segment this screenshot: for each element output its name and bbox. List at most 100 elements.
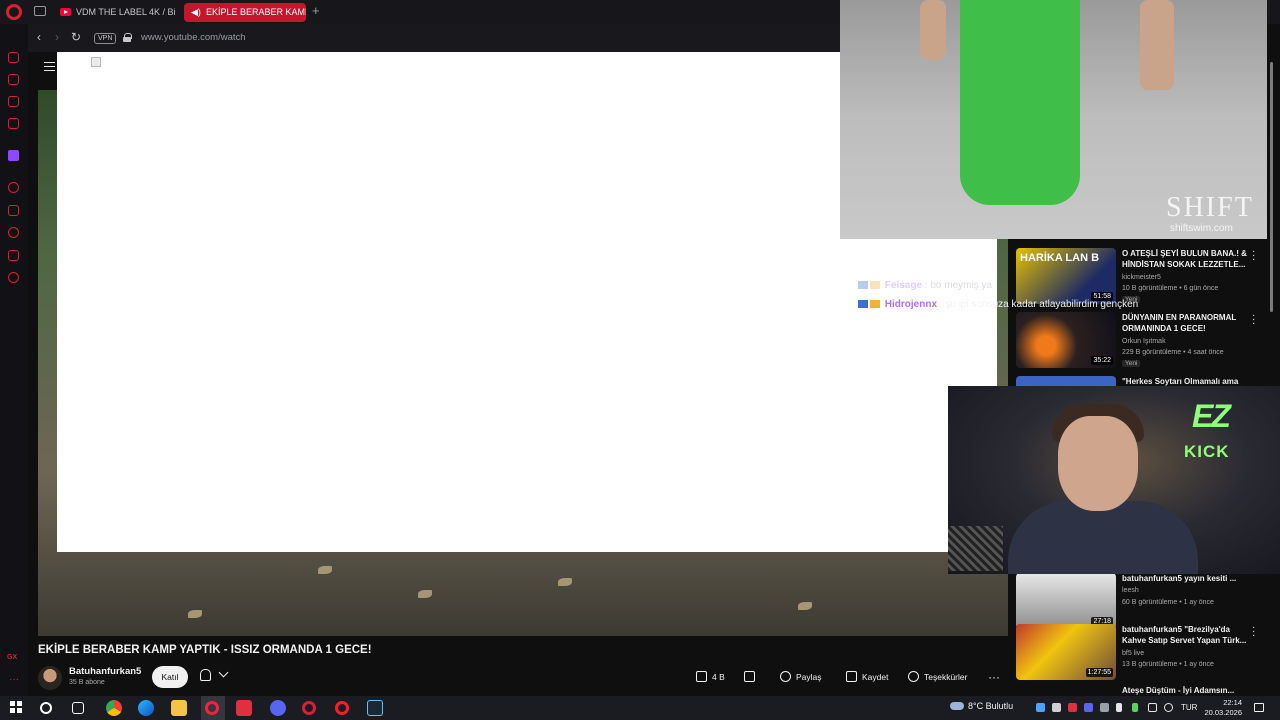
channel-name[interactable]: bf5 live [1122, 650, 1144, 657]
clock[interactable]: 22:14 20.03.2026 [1202, 698, 1242, 718]
video-meta: 13 B görüntüleme • 1 ay önce [1122, 661, 1214, 668]
thumbnail-text: HARİKA LAN B [1020, 252, 1100, 264]
video-title[interactable]: batuhanfurkan5 yayın kesiti ... [1122, 573, 1250, 584]
video-meta: 229 B görüntüleme • 4 saat önce [1122, 349, 1224, 356]
language-indicator[interactable]: TUR [1181, 703, 1197, 712]
forward-button[interactable]: › [55, 30, 59, 44]
tab-islands-icon[interactable] [34, 6, 46, 16]
chat-message: Hidrojennx : şu ipi sonsuza kadar atlaya… [858, 299, 1138, 310]
back-button[interactable]: ‹ [37, 30, 41, 44]
steam-icon[interactable] [367, 700, 383, 716]
scrollbar[interactable] [1270, 62, 1273, 312]
vpn-badge[interactable]: VPN [94, 33, 117, 44]
task-view-icon[interactable] [72, 702, 84, 714]
twitch-icon[interactable] [8, 150, 19, 161]
tab-vdm[interactable]: VDM THE LABEL 4K / Biki [54, 3, 176, 22]
url-text[interactable]: www.youtube.com/watch [141, 32, 246, 43]
join-button[interactable]: Katıl [152, 666, 188, 688]
broken-image-icon [91, 57, 101, 67]
clock-icon[interactable] [8, 227, 19, 238]
channel-name[interactable]: Batuhanfurkan5 [69, 666, 141, 677]
leg-shape [1140, 0, 1174, 90]
tab-ekiple[interactable]: ◀) EKİPLE BERABER KAMP YAPTIK [184, 3, 306, 22]
gx-label[interactable]: GX [7, 654, 17, 661]
save-button[interactable]: Kaydet [846, 666, 896, 688]
kebab-menu-icon[interactable]: · · · [1252, 247, 1255, 265]
chevron-down-icon[interactable] [218, 667, 229, 678]
tray-app-icon[interactable] [1100, 703, 1109, 712]
kebab-menu-icon[interactable]: · · · [1252, 623, 1255, 641]
video-thumbnail[interactable]: 27:18 [1016, 573, 1116, 629]
opera-icon[interactable] [302, 701, 316, 715]
leaf-decoration [188, 610, 202, 618]
edge-icon[interactable] [138, 700, 154, 716]
bag-icon[interactable] [8, 74, 19, 85]
shift-url: shiftswim.com [1170, 223, 1233, 234]
volume-icon[interactable] [1164, 703, 1173, 712]
cloud-icon [950, 702, 964, 710]
tray-app-icon[interactable] [1068, 703, 1077, 712]
like-button[interactable]: 4 B [696, 666, 732, 688]
weather-widget[interactable]: 8°C Bulutlu [950, 701, 1013, 711]
video-title[interactable]: batuhanfurkan5 "Brezilya'da Kahve Satıp … [1122, 624, 1250, 646]
video-title: EKİPLE BERABER KAMP YAPTIK - ISSIZ ORMAN… [38, 644, 372, 656]
discord-icon[interactable] [270, 700, 286, 716]
kebab-menu-icon[interactable]: · · · [1252, 311, 1255, 329]
channel-name[interactable]: leesh [1122, 587, 1139, 594]
recommended-item[interactable]: 35:22 DÜNYANIN EN PARANORMAL ORMANINDA 1… [1016, 311, 1266, 372]
lock-icon[interactable] [123, 33, 132, 42]
hamburger-menu-icon[interactable] [44, 62, 55, 71]
recommended-item[interactable]: Ateşe Düştüm - İyi Adamsın... [1016, 685, 1266, 695]
thanks-icon [908, 671, 919, 682]
speaker-icon[interactable]: ◀) [191, 8, 201, 17]
new-tab-button[interactable]: + [312, 3, 320, 18]
sidebar-more-button[interactable]: ··· [9, 674, 19, 685]
file-explorer-icon[interactable] [171, 700, 187, 716]
voicemod-icon[interactable] [236, 700, 252, 716]
opera-sidebar: GX ··· [0, 24, 28, 696]
video-thumbnail[interactable]: 35:22 [1016, 312, 1116, 368]
tray-app-icon[interactable] [1052, 703, 1061, 712]
chat-username: Hidrojennx [884, 299, 938, 310]
chrome-icon[interactable] [106, 700, 122, 716]
kick-logo: KICK [1184, 442, 1230, 461]
battery-icon[interactable] [1132, 703, 1138, 712]
share-button[interactable]: Paylaş [780, 666, 830, 688]
settings-icon[interactable] [8, 272, 19, 283]
play-icon[interactable] [8, 182, 19, 193]
reload-button[interactable]: ↻ [71, 30, 81, 44]
channel-avatar[interactable] [38, 666, 62, 690]
search-icon[interactable] [40, 702, 52, 714]
badge-icon [858, 300, 868, 308]
bookmark-icon[interactable] [8, 205, 19, 216]
arm-shape [920, 0, 946, 60]
clock-date: 20.03.2026 [1204, 708, 1242, 717]
dislike-button[interactable] [744, 666, 760, 688]
video-title[interactable]: Ateşe Düştüm - İyi Adamsın... [1122, 685, 1250, 695]
mail-icon[interactable] [8, 118, 19, 129]
channel-name[interactable]: Orkun Işıtmak [1122, 338, 1166, 345]
bell-icon[interactable] [200, 669, 211, 681]
recommended-item[interactable]: 1:27:55 batuhanfurkan5 "Brezilya'da Kahv… [1016, 623, 1266, 684]
microphone-icon[interactable] [1116, 703, 1122, 712]
more-actions-button[interactable]: ··· [988, 666, 1004, 688]
chat-overlay: Felsage : bo meymiş ya Hidrojennx : şu i… [858, 280, 1138, 318]
video-title[interactable]: O ATEŞLİ ŞEYİ BULUN BANA.! & HİNDİSTAN S… [1122, 248, 1250, 270]
thanks-button[interactable]: Teşekkürler [908, 666, 978, 688]
windows-start-icon[interactable] [10, 701, 22, 713]
video-thumbnail[interactable]: 1:27:55 [1016, 624, 1116, 680]
opera-logo-icon[interactable] [6, 4, 22, 20]
badge-icon [870, 281, 880, 289]
tray-app-icon[interactable] [1036, 703, 1045, 712]
tray-app-icon[interactable] [1084, 703, 1093, 712]
clock-time: 22:14 [1223, 698, 1242, 707]
history-icon[interactable] [8, 52, 19, 63]
network-icon[interactable] [1148, 703, 1157, 712]
streamer-face [1058, 416, 1138, 511]
notification-icon[interactable] [1254, 703, 1264, 712]
opera-browser-icon[interactable] [335, 701, 349, 715]
opera-gx-icon[interactable] [205, 701, 219, 715]
messenger-icon[interactable] [8, 96, 19, 107]
extensions-icon[interactable] [8, 250, 19, 261]
video-title[interactable]: DÜNYANIN EN PARANORMAL ORMANINDA 1 GECE! [1122, 312, 1250, 334]
